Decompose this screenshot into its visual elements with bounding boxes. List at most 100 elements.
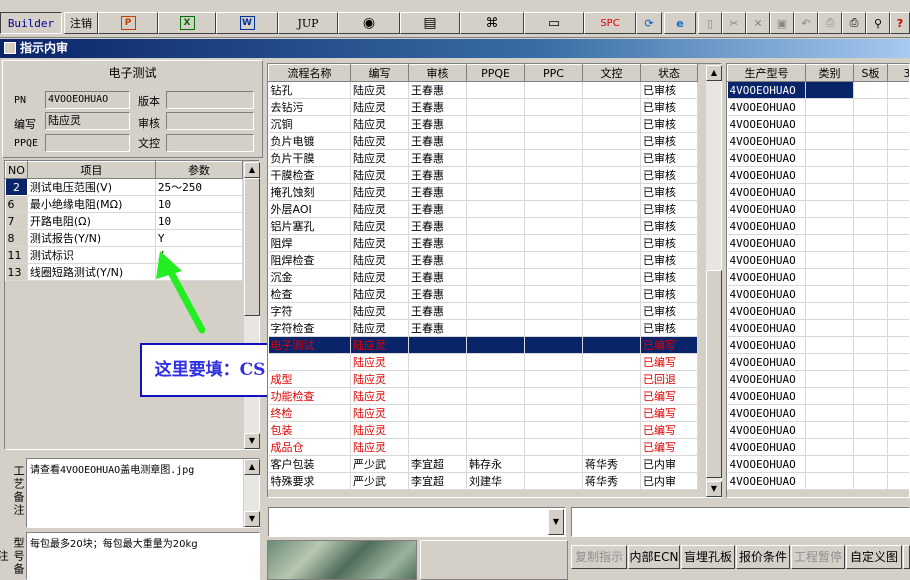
database-button[interactable]: ▤ [400, 12, 460, 34]
process-row[interactable]: 去钻污 陆应灵 王春惠 已审核 [268, 98, 698, 116]
model-row[interactable]: 4VOOEOHUAO [727, 336, 909, 354]
model-row[interactable]: 4VOOEOHUAO [727, 370, 909, 388]
scroll-up-icon[interactable]: ▲ [244, 459, 260, 475]
process-row[interactable]: 负片干膜 陆应灵 王春惠 已审核 [268, 149, 698, 167]
model-row[interactable]: 4VOOEOHUAO [727, 421, 909, 439]
model-row[interactable]: 4VOOEOHUAO [727, 251, 909, 269]
model-row[interactable]: 4VOOEOHUAO [727, 234, 909, 252]
process-row[interactable]: 特殊要求 严少武 李宜超 刘建华 蒋华秀 已内审 [268, 472, 698, 490]
process-row[interactable]: 客户包装 严少武 李宜超 韩存永 蒋华秀 已内审 [268, 455, 698, 473]
model-row[interactable]: 4VOOEOHUAO [727, 302, 909, 320]
param-value[interactable]: 10 [155, 212, 244, 230]
doc-control-field[interactable] [166, 134, 254, 152]
model-row[interactable]: 4VOOEOHUAO [727, 268, 909, 286]
process-row[interactable]: 钻孔 陆应灵 王春惠 已审核 [268, 81, 698, 99]
model-row[interactable]: 4VOOEOHUAO [727, 455, 909, 473]
chevron-down-icon[interactable]: ▼ [548, 509, 564, 535]
col-ppc[interactable]: PPC [524, 64, 583, 82]
process-row[interactable]: 沉金 陆应灵 王春惠 已审核 [268, 268, 698, 286]
model-row[interactable]: 4VOOEOHUAO [727, 472, 909, 490]
scroll-up-icon[interactable]: ▲ [244, 162, 260, 178]
process-row[interactable]: 字符检查 陆应灵 王春惠 已审核 [268, 319, 698, 337]
scroll-up-icon[interactable]: ▲ [706, 65, 722, 81]
copy-instruction-button[interactable]: 复制指示 [571, 545, 627, 569]
close-button[interactable]: ✕ [746, 12, 770, 34]
col-extra[interactable]: 3 [887, 64, 909, 82]
col-reviewer[interactable]: 审核 [408, 64, 467, 82]
model-row[interactable]: 4VOOEOHUAO [727, 438, 909, 456]
process-note-field[interactable]: 请查看4VOOEOHUAO盖电测章图.jpg [26, 458, 260, 528]
cut-button[interactable]: ✂ [722, 12, 746, 34]
col-category[interactable]: 类别 [805, 64, 854, 82]
network-button[interactable]: ⌘ [460, 12, 524, 34]
model-row[interactable]: 4VOOEOHUAO [727, 200, 909, 218]
process-row[interactable]: 阻焊检查 陆应灵 王春惠 已审核 [268, 251, 698, 269]
col-s-board[interactable]: S板 [853, 64, 888, 82]
new-button[interactable]: ▯ [698, 12, 722, 34]
model-row[interactable]: 4VOOEOHUAO [727, 115, 909, 133]
process-row[interactable]: 铝片塞孔 陆应灵 王春惠 已审核 [268, 217, 698, 235]
col-no[interactable]: NO [5, 161, 28, 179]
params-scrollbar[interactable]: ▲ ▼ [243, 162, 260, 449]
param-value[interactable]: Y [155, 229, 244, 247]
process-row[interactable]: 电子测试 陆应灵 已编写 [268, 336, 698, 354]
col-status[interactable]: 状态 [640, 64, 698, 82]
excel-button[interactable]: X [158, 12, 216, 34]
version-field[interactable] [166, 91, 254, 109]
param-row[interactable]: 8 测试报告(Y/N) Y [5, 229, 244, 247]
model-row[interactable]: 4VOOEOHUAO [727, 319, 909, 337]
spc-button[interactable]: SPC [584, 12, 636, 34]
process-row[interactable]: 陆应灵 已编写 [268, 353, 698, 371]
computer-button[interactable]: ▭ [524, 12, 584, 34]
undo-button[interactable]: ↶ [794, 12, 818, 34]
blind-hole-board-button[interactable]: 盲埋孔板 [681, 545, 735, 569]
col-model[interactable]: 生产型号 [727, 64, 806, 82]
jup-button[interactable]: JUP [278, 12, 338, 34]
col-item[interactable]: 项目 [26, 161, 156, 179]
process-note-scrollbar[interactable]: ▲ ▼ [243, 459, 260, 527]
param-value[interactable]: 25～250 [155, 178, 244, 196]
word-button[interactable]: W [216, 12, 278, 34]
model-row[interactable]: 4VOOEOHUAO [727, 217, 909, 235]
param-value[interactable]: 10 [155, 195, 244, 213]
model-row[interactable]: 4VOOEOHUAO [727, 353, 909, 371]
col-ppqe[interactable]: PPQE [466, 64, 525, 82]
process-row[interactable]: 沉铜 陆应灵 王春惠 已审核 [268, 115, 698, 133]
process-row[interactable]: 字符 陆应灵 王春惠 已审核 [268, 302, 698, 320]
process-row[interactable]: 掩孔蚀刻 陆应灵 王春惠 已审核 [268, 183, 698, 201]
model-row[interactable]: 4VOOEOHUAO [727, 132, 909, 150]
process-row[interactable]: 外层AOI 陆应灵 王春惠 已审核 [268, 200, 698, 218]
refresh-button[interactable]: ⟳ [636, 12, 662, 34]
quote-condition-button[interactable]: 报价条件 [736, 545, 790, 569]
process-row[interactable]: 包装 陆应灵 已编写 [268, 421, 698, 439]
bottom-text-field[interactable] [571, 507, 910, 537]
col-doc-control[interactable]: 文控 [582, 64, 641, 82]
model-row[interactable]: 4VOOEOHUAO [727, 404, 909, 422]
model-row[interactable]: 4VOOEOHUAO [727, 387, 909, 405]
logout-button[interactable]: 注销 [64, 12, 98, 34]
process-row[interactable]: 成品仓 陆应灵 已编写 [268, 438, 698, 456]
model-row[interactable]: 4VOOEOHUAO [727, 166, 909, 184]
builder-button[interactable]: Builder [0, 12, 62, 34]
process-row[interactable]: 功能检查 陆应灵 已编写 [268, 387, 698, 405]
preview-button[interactable]: ⎙ [818, 12, 842, 34]
scroll-thumb[interactable] [244, 178, 260, 316]
model-row[interactable]: 4VOOEOHUAO [727, 285, 909, 303]
scroll-down-icon[interactable]: ▼ [244, 511, 260, 527]
view-button[interactable]: ◉ [338, 12, 400, 34]
internal-ecn-button[interactable]: 内部ECN [628, 545, 680, 569]
find-button[interactable]: ⚲ [866, 12, 890, 34]
process-row[interactable]: 负片电镀 陆应灵 王春惠 已审核 [268, 132, 698, 150]
process-row[interactable]: 终检 陆应灵 已编写 [268, 404, 698, 422]
scroll-thumb[interactable] [706, 270, 722, 478]
engineering-pause-button[interactable]: 工程暂停 [791, 545, 845, 569]
ppqe-field[interactable] [45, 134, 130, 152]
more-button[interactable] [903, 545, 910, 569]
process-row[interactable]: 检查 陆应灵 王春惠 已审核 [268, 285, 698, 303]
save-button[interactable]: ▣ [770, 12, 794, 34]
custom-diagram-button[interactable]: 自定义图 [846, 545, 902, 569]
col-param[interactable]: 参数 [154, 161, 244, 179]
process-row[interactable]: 阻焊 陆应灵 王春惠 已审核 [268, 234, 698, 252]
col-process-name[interactable]: 流程名称 [268, 64, 351, 82]
pn-field[interactable]: 4VOOEOHUAO [45, 91, 130, 109]
